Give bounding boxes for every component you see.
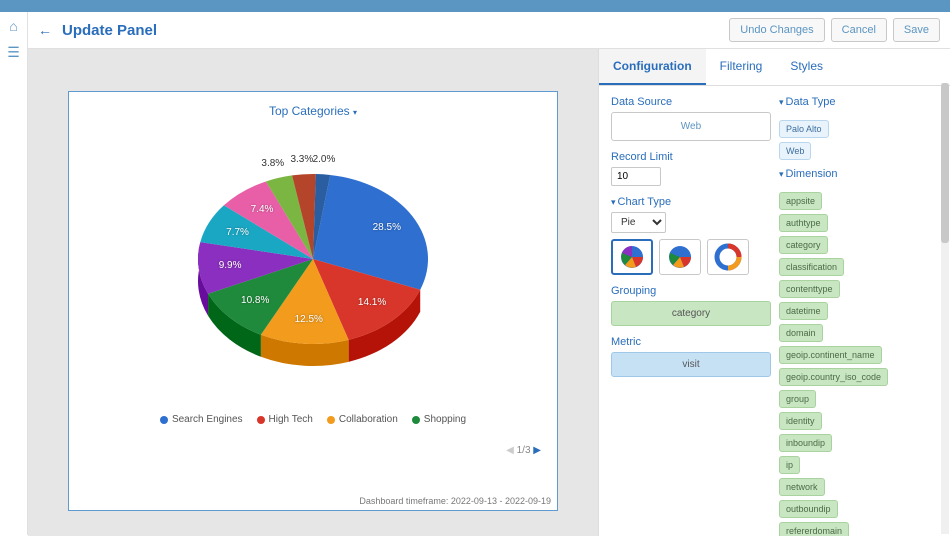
metric-label: Metric bbox=[611, 336, 771, 348]
record-limit-label: Record Limit bbox=[611, 151, 771, 163]
header: ← Update Panel Undo Changes Cancel Save bbox=[0, 12, 950, 49]
back-arrow-icon[interactable]: ← bbox=[38, 22, 52, 38]
legend-item[interactable]: Search Engines bbox=[160, 414, 243, 425]
legend-item[interactable]: Collaboration bbox=[327, 414, 398, 425]
dimension-pill[interactable]: datetime bbox=[779, 302, 828, 320]
dimension-pill[interactable]: network bbox=[779, 478, 825, 496]
pager-text: 1/3 bbox=[517, 445, 531, 456]
chart-type-donut[interactable] bbox=[707, 239, 749, 275]
sidepanel-scrollbar[interactable] bbox=[941, 83, 949, 534]
dimension-pill[interactable]: geoip.country_iso_code bbox=[779, 368, 888, 386]
pager-prev-icon[interactable]: ◀ bbox=[506, 445, 514, 456]
grouping-label: Grouping bbox=[611, 285, 771, 297]
chart-canvas: Top Categories ▾ 28.5%14.1%12.5%10.8%9.9… bbox=[28, 49, 598, 536]
dimension-pill[interactable]: geoip.continent_name bbox=[779, 346, 882, 364]
record-limit-input[interactable] bbox=[611, 167, 661, 186]
data-type-pill[interactable]: Web bbox=[779, 142, 811, 160]
dimension-pill[interactable]: contenttype bbox=[779, 280, 840, 298]
data-type-pill[interactable]: Palo Alto bbox=[779, 120, 829, 138]
legend: Search Engines High Tech Collaboration S… bbox=[81, 414, 545, 425]
home-icon[interactable]: ⌂ bbox=[9, 18, 17, 34]
dimension-pill[interactable]: inboundip bbox=[779, 434, 832, 452]
tab-configuration[interactable]: Configuration bbox=[599, 49, 706, 85]
dimension-list: appsite authtype category classification con… bbox=[779, 192, 938, 536]
tabs: Configuration Filtering Styles bbox=[599, 49, 950, 86]
dimension-label[interactable]: Dimension bbox=[779, 168, 938, 180]
dimension-pill[interactable]: appsite bbox=[779, 192, 822, 210]
chart-title-label: Top Categories bbox=[269, 104, 350, 118]
data-type-list: Palo Alto Web bbox=[779, 120, 938, 160]
undo-changes-button[interactable]: Undo Changes bbox=[729, 18, 824, 42]
legend-pager: ◀ 1/3 ▶ bbox=[506, 445, 541, 456]
side-panel: Configuration Filtering Styles Data Sour… bbox=[598, 49, 950, 536]
dimension-pill[interactable]: group bbox=[779, 390, 816, 408]
pie-svg bbox=[163, 124, 463, 404]
tab-styles[interactable]: Styles bbox=[776, 49, 837, 85]
chart-type-pie-flat[interactable] bbox=[659, 239, 701, 275]
dimension-pill[interactable]: ip bbox=[779, 456, 800, 474]
dimension-pill[interactable]: outboundip bbox=[779, 500, 838, 518]
scroll-thumb[interactable] bbox=[941, 83, 949, 243]
list-icon[interactable]: ☰ bbox=[7, 44, 20, 61]
pager-next-icon[interactable]: ▶ bbox=[533, 445, 541, 456]
legend-item[interactable]: High Tech bbox=[257, 414, 313, 425]
dimension-pill[interactable]: authtype bbox=[779, 214, 828, 232]
chart-type-select[interactable]: Pie bbox=[611, 212, 666, 233]
legend-item[interactable]: Shopping bbox=[412, 414, 466, 425]
data-source-label: Data Source bbox=[611, 96, 771, 108]
dimension-pill[interactable]: refererdomain bbox=[779, 522, 849, 536]
grouping-chip[interactable]: category bbox=[611, 301, 771, 326]
timeframe-label: Dashboard timeframe: 2022-09-13 - 2022-0… bbox=[359, 496, 551, 506]
pie-chart: 28.5%14.1%12.5%10.8%9.9%7.7%7.4%3.8%3.3%… bbox=[163, 124, 463, 404]
page-title: Update Panel bbox=[62, 22, 157, 39]
dimension-pill[interactable]: domain bbox=[779, 324, 823, 342]
data-source-box[interactable]: Web bbox=[611, 112, 771, 141]
caret-down-icon: ▾ bbox=[353, 108, 357, 117]
save-button[interactable]: Save bbox=[893, 18, 940, 42]
dimension-pill[interactable]: identity bbox=[779, 412, 822, 430]
chart-card: Top Categories ▾ 28.5%14.1%12.5%10.8%9.9… bbox=[68, 91, 558, 511]
dimension-pill[interactable]: category bbox=[779, 236, 828, 254]
app-topbar bbox=[0, 0, 950, 12]
tab-filtering[interactable]: Filtering bbox=[706, 49, 777, 85]
metric-chip[interactable]: visit bbox=[611, 352, 771, 377]
chart-type-label[interactable]: Chart Type bbox=[611, 196, 771, 208]
data-type-label[interactable]: Data Type bbox=[779, 96, 938, 108]
dimension-pill[interactable]: classification bbox=[779, 258, 844, 276]
left-rail: ⌂ ☰ bbox=[0, 12, 28, 535]
chart-type-pie-3d[interactable] bbox=[611, 239, 653, 275]
cancel-button[interactable]: Cancel bbox=[831, 18, 887, 42]
chart-title-dropdown[interactable]: Top Categories ▾ bbox=[81, 104, 545, 118]
